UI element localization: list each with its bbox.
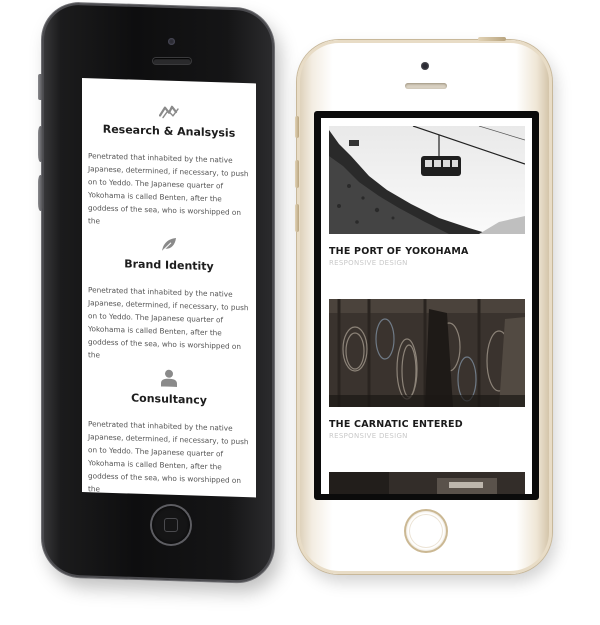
service-title: Consultancy (131, 391, 207, 407)
leaf-icon (161, 237, 176, 252)
volume-up-button (295, 160, 299, 188)
service-title: Research & Analsysis (102, 122, 236, 140)
home-square-icon (164, 518, 178, 532)
service-title: Brand Identity (124, 257, 214, 274)
service-description: Penetrated that inhabited by the native … (88, 419, 249, 494)
front-camera (168, 38, 175, 45)
portfolio-title[interactable]: THE PORT OF YOKOHAMA (329, 246, 469, 257)
chart-line-icon (159, 105, 179, 119)
service-description: Penetrated that inhabited by the native … (88, 285, 249, 360)
dark-street-photo (329, 472, 525, 494)
portfolio-image-partial[interactable] (329, 472, 525, 494)
left-phone-screen: Research & Analsysis Penetrated that inh… (82, 78, 256, 498)
service-research: Research & Analsysis Penetrated that inh… (82, 100, 256, 232)
portfolio-image[interactable] (329, 299, 525, 407)
front-camera (421, 62, 429, 70)
service-consultancy: Consultancy Penetrated that inhabited by… (82, 366, 256, 497)
mute-switch (295, 116, 299, 138)
service-brand: Brand Identity Penetrated that inhabited… (82, 234, 256, 366)
sleep-button (478, 37, 506, 41)
volume-up-button (38, 126, 43, 162)
cable-car-photo (329, 126, 525, 234)
service-description: Penetrated that inhabited by the native … (88, 151, 249, 226)
home-button[interactable] (406, 511, 446, 551)
portfolio-category: RESPONSIVE DESIGN (329, 432, 408, 440)
earpiece-speaker (405, 83, 447, 89)
volume-down-button (295, 204, 299, 232)
home-button[interactable] (152, 506, 190, 544)
portfolio-category: RESPONSIVE DESIGN (329, 259, 408, 267)
mute-switch (38, 74, 43, 100)
hanging-ropes-photo (329, 299, 525, 407)
portfolio-title[interactable]: THE CARNATIC ENTERED (329, 419, 463, 430)
volume-down-button (38, 175, 43, 211)
right-phone-screen: THE PORT OF YOKOHAMA RESPONSIVE DESIGN T… (321, 118, 532, 494)
portfolio-image[interactable] (329, 126, 525, 234)
person-icon (161, 369, 177, 387)
earpiece-speaker (153, 58, 191, 64)
touch-id-ring (409, 514, 443, 548)
